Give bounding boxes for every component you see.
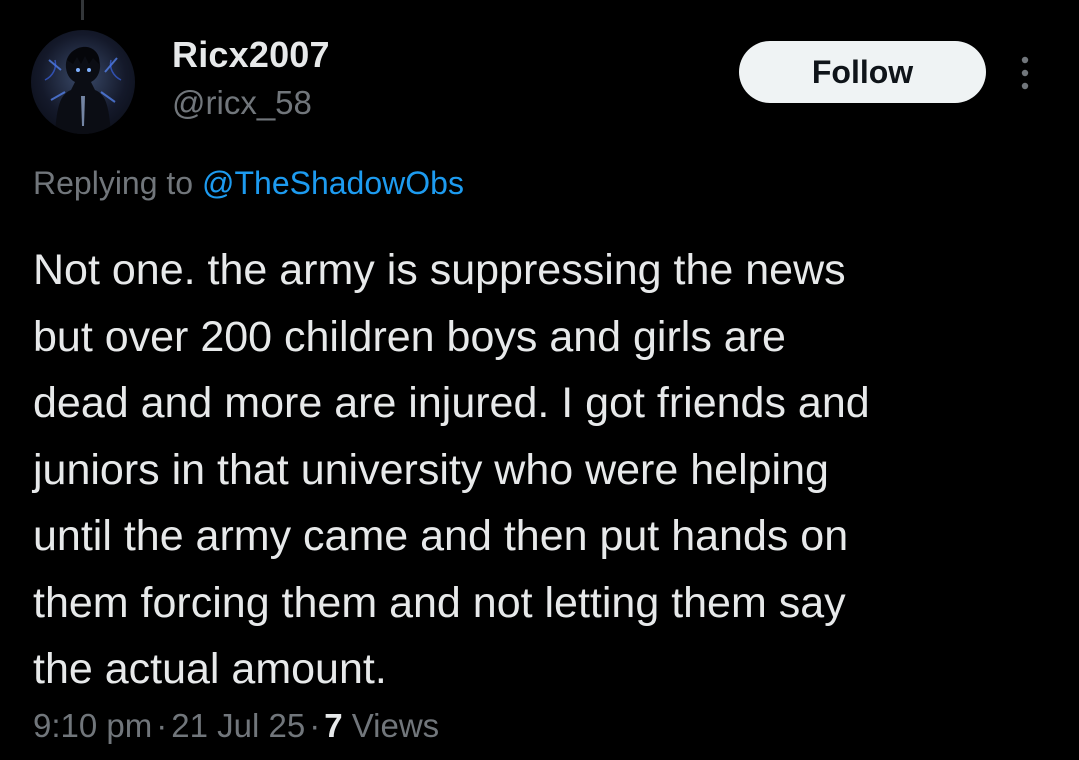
tweet-time[interactable]: 9:10 pm [33, 707, 152, 744]
display-name[interactable]: Ricx2007 [172, 34, 330, 76]
replying-to-label: Replying to [33, 165, 202, 201]
reply-mention-link[interactable]: @TheShadowObs [202, 165, 464, 201]
tweet-date[interactable]: 21 Jul 25 [171, 707, 305, 744]
user-handle[interactable]: @ricx_58 [172, 84, 312, 122]
views-count[interactable]: 7 [324, 707, 342, 744]
avatar[interactable] [31, 30, 135, 134]
replying-to-line: Replying to @TheShadowObs [33, 165, 464, 202]
tweet-meta: 9:10 pm · 21 Jul 25 · 7 Views [33, 707, 439, 745]
vertical-ellipsis-icon [1021, 56, 1029, 90]
thread-connector-line [81, 0, 84, 20]
meta-separator: · [156, 707, 168, 744]
meta-separator: · [309, 707, 321, 744]
views-label: Views [342, 707, 440, 744]
more-options-button[interactable] [1010, 48, 1040, 98]
follow-button[interactable]: Follow [739, 41, 986, 103]
tweet-text: Not one. the army is suppressing the new… [33, 246, 870, 693]
avatar-image [44, 46, 122, 134]
